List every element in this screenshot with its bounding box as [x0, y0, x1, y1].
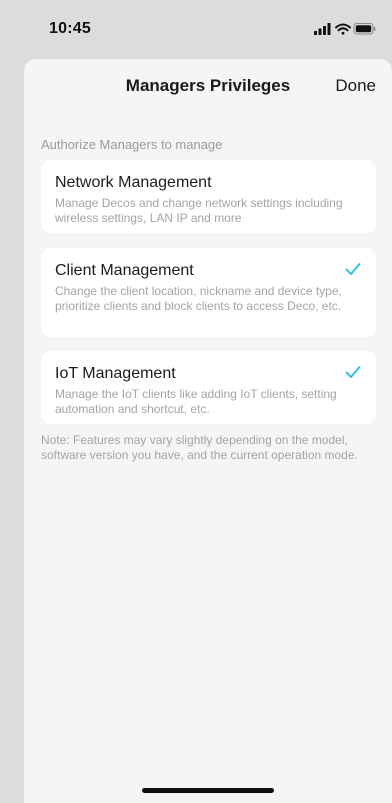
section-header: Authorize Managers to manage [41, 137, 223, 152]
privilege-description: Manage the IoT clients like adding IoT c… [55, 387, 337, 416]
status-time: 10:45 [49, 20, 91, 37]
privilege-client-management[interactable]: Client Management Change the client loca… [41, 248, 376, 337]
privilege-description: Change the client location, nickname and… [55, 284, 342, 313]
wifi-icon [335, 23, 351, 35]
checkmark-icon [345, 366, 361, 378]
privilege-title: IoT Management [55, 365, 176, 382]
privilege-network-management[interactable]: Network Management Manage Decos and chan… [41, 160, 376, 233]
battery-icon [353, 23, 376, 35]
checkmark-icon [345, 263, 361, 275]
signal-icon [314, 23, 331, 35]
status-bar: 10:45 [0, 0, 392, 52]
privilege-description: Manage Decos and change network settings… [55, 196, 343, 225]
privilege-title: Network Management [55, 174, 212, 191]
privilege-iot-management[interactable]: IoT Management Manage the IoT clients li… [41, 351, 376, 424]
done-button[interactable]: Done [335, 76, 376, 96]
privileges-sheet: Managers Privileges Done Authorize Manag… [24, 59, 392, 803]
note-text: Note: Features may vary slightly dependi… [41, 433, 358, 462]
privilege-title: Client Management [55, 262, 194, 279]
home-indicator [142, 788, 274, 793]
status-icons [314, 23, 376, 35]
